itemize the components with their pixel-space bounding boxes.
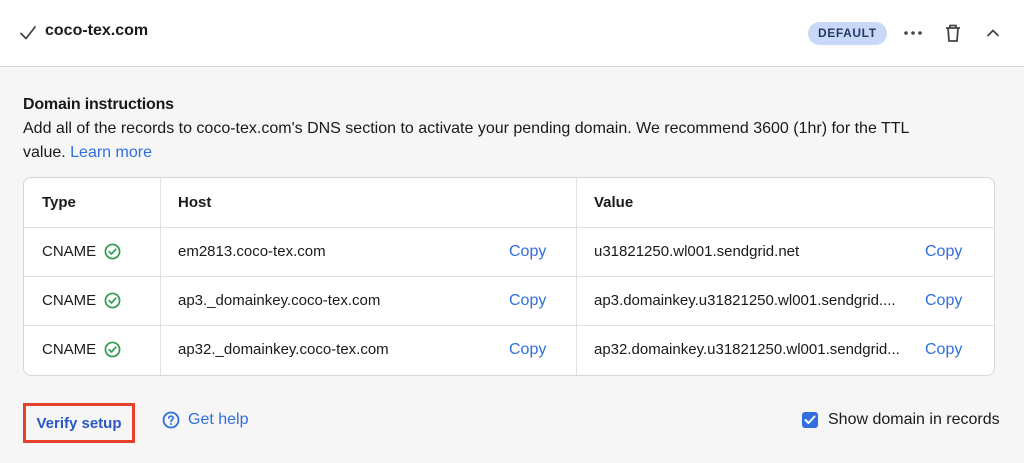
verify-setup-button[interactable]: Verify setup [23,403,135,443]
trash-icon[interactable] [940,20,966,46]
copy-value-button[interactable]: Copy [925,276,962,325]
record-type: CNAME [42,227,121,276]
record-type: CNAME [42,325,121,374]
verified-check-icon [104,292,121,309]
record-host: em2813.coco-tex.com [178,243,326,260]
table-row: CNAME ap32._domainkey.coco-tex.com Copy … [24,325,994,374]
verified-check-icon [104,243,121,260]
record-value: u31821250.wl001.sendgrid.net [594,243,800,260]
copy-host-button[interactable]: Copy [509,276,546,325]
copy-value-button[interactable]: Copy [925,227,962,276]
checkmark-icon [804,415,816,424]
instructions-text: Add all of the records to coco-tex.com's… [23,117,943,165]
copy-host-button[interactable]: Copy [509,227,546,276]
record-type-label: CNAME [42,341,97,358]
instructions-body: Add all of the records to coco-tex.com's… [23,120,909,161]
table-row: CNAME ap3._domainkey.coco-tex.com Copy a… [24,276,994,326]
domain-header: coco-tex.com DEFAULT [0,0,1024,67]
record-value: ap3.domainkey.u31821250.wl001.sendgrid..… [594,292,896,309]
record-type-label: CNAME [42,243,97,260]
record-type-label: CNAME [42,292,97,309]
record-host: ap3._domainkey.coco-tex.com [178,292,381,309]
default-badge: DEFAULT [808,22,887,45]
chevron-up-icon[interactable] [980,20,1006,46]
record-host: ap32._domainkey.coco-tex.com [178,341,389,358]
get-help-link[interactable]: Get help [162,411,248,429]
header-type: Type [42,194,76,211]
check-icon [20,26,36,40]
header-host: Host [178,194,212,211]
show-domain-label: Show domain in records [828,411,1000,428]
more-icon[interactable] [900,20,926,46]
table-header-row: Type Host Value [24,178,994,228]
section-title: Domain instructions [23,96,174,113]
header-value: Value [594,194,634,211]
dns-records-table: Type Host Value CNAME em2813.coco-tex.co… [23,177,995,376]
table-row: CNAME em2813.coco-tex.com Copy u31821250… [24,227,994,277]
show-domain-toggle: Show domain in records [802,411,1000,429]
domain-name: coco-tex.com [45,22,149,39]
copy-host-button[interactable]: Copy [509,325,546,374]
record-value: ap32.domainkey.u31821250.wl001.sendgrid.… [594,341,900,358]
verified-check-icon [104,341,121,358]
help-icon [162,411,180,429]
get-help-label: Get help [188,411,249,428]
learn-more-link[interactable]: Learn more [70,144,152,161]
record-type: CNAME [42,276,121,325]
show-domain-checkbox[interactable] [802,412,818,428]
copy-value-button[interactable]: Copy [925,325,962,374]
